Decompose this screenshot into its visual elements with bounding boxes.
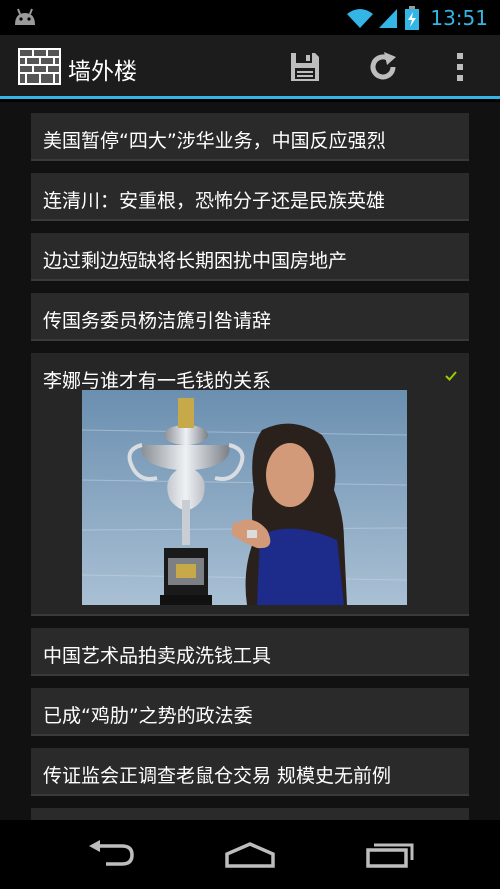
back-icon	[89, 840, 134, 866]
list-item[interactable]: 已成“鸡肋”之势的政法委	[31, 688, 469, 736]
article-title: 已成“鸡肋”之势的政法委	[43, 705, 253, 727]
list-item-expanded[interactable]: 李娜与谁才有一毛钱的关系	[31, 353, 469, 616]
home-icon	[225, 842, 275, 868]
overflow-menu-icon	[457, 53, 463, 81]
list-item[interactable]	[31, 808, 469, 820]
article-title: 传国务委员杨洁篪引咎请辞	[43, 310, 272, 332]
android-notification-icon	[15, 8, 35, 25]
list-item[interactable]: 美国暂停“四大”涉华业务，中国反应强烈	[31, 113, 469, 161]
article-title: 连清川：安重根，恐怖分子还是民族英雄	[43, 190, 386, 212]
wifi-icon	[347, 8, 374, 28]
refresh-icon	[370, 52, 396, 80]
list-item[interactable]: 连清川：安重根，恐怖分子还是民族英雄	[31, 173, 469, 221]
back-button[interactable]	[80, 838, 140, 872]
status-bar: 13:51	[0, 0, 500, 35]
app-title: 墙外楼	[68, 59, 137, 85]
article-title: 李娜与谁才有一毛钱的关系	[43, 370, 272, 392]
article-photo-image	[82, 390, 407, 605]
list-item[interactable]: 边过剩边短缺将长期困扰中国房地产	[31, 233, 469, 281]
recents-icon	[366, 843, 414, 868]
battery-charging-icon	[405, 5, 420, 30]
overflow-menu-button[interactable]	[440, 47, 480, 87]
article-title: 美国暂停“四大”涉华业务，中国反应强烈	[43, 130, 386, 152]
refresh-button[interactable]	[363, 47, 403, 87]
list-item[interactable]: 传证监会正调查老鼠仓交易 规模史无前例	[31, 748, 469, 796]
system-nav-bar	[0, 820, 500, 889]
article-title: 传证监会正调查老鼠仓交易 规模史无前例	[43, 765, 392, 787]
list-item[interactable]: 中国艺术品拍卖成洗钱工具	[31, 628, 469, 676]
app-logo-icon	[18, 48, 61, 85]
action-bar: 墙外楼	[0, 35, 500, 99]
save-button[interactable]	[285, 47, 325, 87]
article-photo[interactable]	[82, 390, 407, 605]
home-button[interactable]	[220, 838, 280, 872]
save-icon	[291, 53, 319, 81]
signal-icon	[379, 8, 398, 28]
status-clock: 13:51	[430, 5, 488, 30]
article-title: 中国艺术品拍卖成洗钱工具	[43, 645, 272, 667]
article-title: 边过剩边短缺将长期困扰中国房地产	[43, 250, 348, 272]
recents-button[interactable]	[360, 838, 420, 872]
read-check-icon	[445, 371, 457, 381]
list-item[interactable]: 传国务委员杨洁篪引咎请辞	[31, 293, 469, 341]
article-list[interactable]: 美国暂停“四大”涉华业务，中国反应强烈 连清川：安重根，恐怖分子还是民族英雄 边…	[0, 102, 500, 820]
